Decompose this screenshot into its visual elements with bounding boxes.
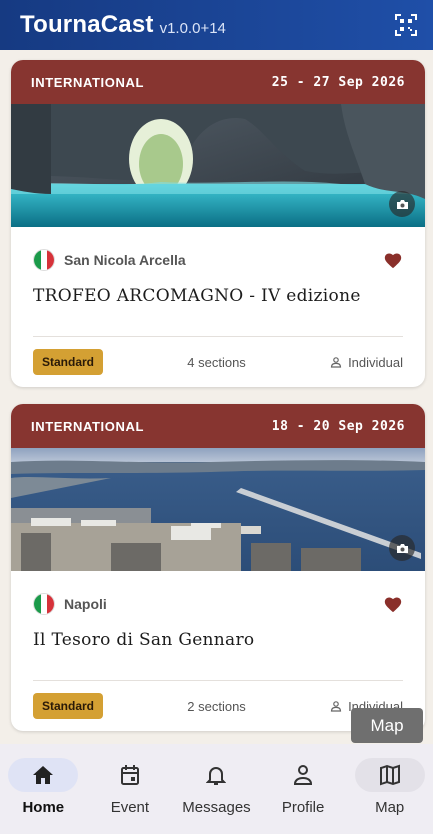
nav-home[interactable]: Home [0, 758, 86, 834]
nav-label: Messages [182, 799, 251, 816]
nav-map[interactable]: Map [347, 758, 433, 834]
calendar-icon [120, 765, 139, 785]
event-card-header: INTERNATIONAL 18 - 20 Sep 2026 [11, 404, 425, 448]
event-name[interactable]: TROFEO ARCOMAGNO - IV edizione [33, 286, 403, 306]
event-type: INTERNATIONAL [31, 74, 144, 90]
nav-event[interactable]: Event [87, 758, 173, 834]
app-title: TournaCast [20, 11, 154, 38]
app-version: v1.0.0+14 [159, 19, 226, 37]
favorite-heart-icon[interactable] [383, 595, 403, 613]
map-fab-button[interactable]: Map [351, 708, 423, 743]
event-dates: 25 - 27 Sep 2026 [271, 74, 405, 90]
event-mode-label: Individual [348, 354, 403, 370]
event-location: Napoli [64, 596, 107, 612]
nav-label: Profile [281, 799, 325, 816]
event-card-header: INTERNATIONAL 25 - 27 Sep 2026 [11, 60, 425, 104]
event-name[interactable]: Il Tesoro di San Gennaro [33, 630, 403, 650]
event-level-badge: Standard [33, 349, 104, 375]
home-icon [33, 766, 54, 784]
nav-label: Map [375, 799, 405, 816]
italy-flag-icon [33, 249, 55, 271]
event-mode: Individual [330, 355, 403, 370]
italy-flag-icon [33, 593, 55, 615]
app-bar: TournaCast v1.0.0+14 [0, 0, 433, 50]
event-sections: 4 sections [187, 354, 246, 370]
nav-messages[interactable]: Messages [173, 758, 259, 834]
event-location: San Nicola Arcella [64, 252, 186, 268]
event-card[interactable]: INTERNATIONAL 25 - 27 Sep 2026 San Nicol… [11, 60, 425, 387]
bell-icon [206, 767, 227, 785]
nav-profile[interactable]: Profile [260, 758, 346, 834]
favorite-heart-icon[interactable] [383, 251, 403, 269]
person-icon [294, 765, 313, 785]
nav-label: Event [110, 799, 150, 816]
event-type: INTERNATIONAL [31, 418, 144, 434]
map-icon [379, 764, 400, 786]
event-feed[interactable]: INTERNATIONAL 25 - 27 Sep 2026 San Nicol… [0, 50, 433, 744]
event-card[interactable]: INTERNATIONAL 18 - 20 Sep 2026 Napoli Il… [11, 404, 425, 731]
camera-icon[interactable] [389, 535, 415, 561]
bottom-navigation: Home Event Messages Profile Map [0, 744, 433, 834]
event-level-badge: Standard [33, 693, 104, 719]
event-photo[interactable] [11, 448, 425, 571]
event-sections: 2 sections [187, 698, 246, 714]
person-outline-icon [330, 701, 342, 712]
event-photo[interactable] [11, 104, 425, 227]
nav-label: Home [22, 799, 65, 816]
qr-scan-icon[interactable] [393, 12, 419, 38]
person-outline-icon [330, 357, 342, 368]
camera-icon[interactable] [389, 191, 415, 217]
event-dates: 18 - 20 Sep 2026 [271, 418, 405, 434]
